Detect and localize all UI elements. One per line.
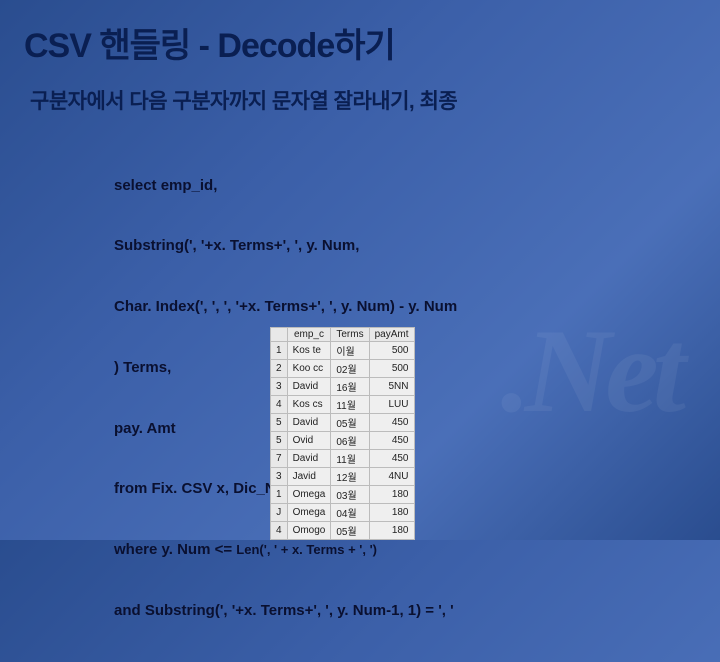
cell-payamt: LUU xyxy=(369,396,414,414)
cell-payamt: 180 xyxy=(369,522,414,540)
cell-terms: 06월 xyxy=(331,432,369,450)
cell-terms: 05월 xyxy=(331,414,369,432)
cell-emp: Omega xyxy=(287,504,331,522)
table-row: JOmega04월180 xyxy=(271,504,415,522)
row-number: 1 xyxy=(271,486,288,504)
cell-payamt: 500 xyxy=(369,342,414,360)
cell-emp: Ovid xyxy=(287,432,331,450)
cell-terms: 11월 xyxy=(331,450,369,468)
row-number: 3 xyxy=(271,378,288,396)
table-row: 2Koo cc02월500 xyxy=(271,360,415,378)
col-header: Terms xyxy=(331,328,369,342)
code-text-small: Len(', ' + x. Terms + ', ') xyxy=(236,542,377,557)
table-row: 7David11월450 xyxy=(271,450,415,468)
cell-payamt: 5NN xyxy=(369,378,414,396)
cell-emp: Kos cs xyxy=(287,396,331,414)
code-line: where y. Num <= Len(', ' + x. Terms + ',… xyxy=(114,540,696,560)
cell-terms: 이월 xyxy=(331,342,369,360)
cell-emp: David xyxy=(287,414,331,432)
cell-emp: Javid xyxy=(287,468,331,486)
table-row: 3David16월5NN xyxy=(271,378,415,396)
cell-terms: 04월 xyxy=(331,504,369,522)
slide-subtitle: 구분자에서 다음 구분자까지 문자열 잘라내기, 최종 xyxy=(30,85,696,115)
table-row: 4Omogo05월180 xyxy=(271,522,415,540)
cell-emp: Omogo xyxy=(287,522,331,540)
cell-terms: 16월 xyxy=(331,378,369,396)
cell-emp: David xyxy=(287,378,331,396)
cell-payamt: 4NU xyxy=(369,468,414,486)
cell-emp: David xyxy=(287,450,331,468)
cell-terms: 05월 xyxy=(331,522,369,540)
cell-emp: Koo cc xyxy=(287,360,331,378)
cell-terms: 11월 xyxy=(331,396,369,414)
row-number: 3 xyxy=(271,468,288,486)
result-table-container: emp_c Terms payAmt 1Kos te이월5002Koo cc02… xyxy=(270,327,490,540)
row-number: 5 xyxy=(271,414,288,432)
code-text: where y. Num <= xyxy=(114,541,236,558)
cell-terms: 02월 xyxy=(331,360,369,378)
table-row: 4Kos cs11월LUU xyxy=(271,396,415,414)
cell-payamt: 500 xyxy=(369,360,414,378)
table-row: 5David05월450 xyxy=(271,414,415,432)
cell-terms: 12월 xyxy=(331,468,369,486)
col-header xyxy=(271,328,288,342)
row-number: 2 xyxy=(271,360,288,378)
col-header: emp_c xyxy=(287,328,331,342)
table-row: 1Omega03월180 xyxy=(271,486,415,504)
row-number: 4 xyxy=(271,396,288,414)
cell-payamt: 180 xyxy=(369,504,414,522)
table-row: 5Ovid06월450 xyxy=(271,432,415,450)
row-number: 5 xyxy=(271,432,288,450)
code-line: and Substring(', '+x. Terms+', ', y. Num… xyxy=(114,601,696,621)
row-number: 1 xyxy=(271,342,288,360)
code-line: Substring(', '+x. Terms+', ', y. Num, xyxy=(114,236,696,256)
cell-terms: 03월 xyxy=(331,486,369,504)
col-header: payAmt xyxy=(369,328,414,342)
code-line: select emp_id, xyxy=(114,176,696,196)
table-row: 1Kos te이월500 xyxy=(271,342,415,360)
table-row: 3Javid12월4NU xyxy=(271,468,415,486)
code-line: Char. Index(', ', ', '+x. Terms+', ', y.… xyxy=(114,297,696,317)
cell-payamt: 180 xyxy=(369,486,414,504)
row-number: J xyxy=(271,504,288,522)
row-number: 4 xyxy=(271,522,288,540)
cell-payamt: 450 xyxy=(369,450,414,468)
slide-title: CSV 핸들링 - Decode하기 xyxy=(24,18,696,67)
row-number: 7 xyxy=(271,450,288,468)
cell-payamt: 450 xyxy=(369,432,414,450)
cell-payamt: 450 xyxy=(369,414,414,432)
result-table: emp_c Terms payAmt 1Kos te이월5002Koo cc02… xyxy=(270,327,415,540)
cell-emp: Kos te xyxy=(287,342,331,360)
table-header-row: emp_c Terms payAmt xyxy=(271,328,415,342)
cell-emp: Omega xyxy=(287,486,331,504)
slide-container: .Net CSV 핸들링 - Decode하기 구분자에서 다음 구분자까지 문… xyxy=(0,0,720,540)
